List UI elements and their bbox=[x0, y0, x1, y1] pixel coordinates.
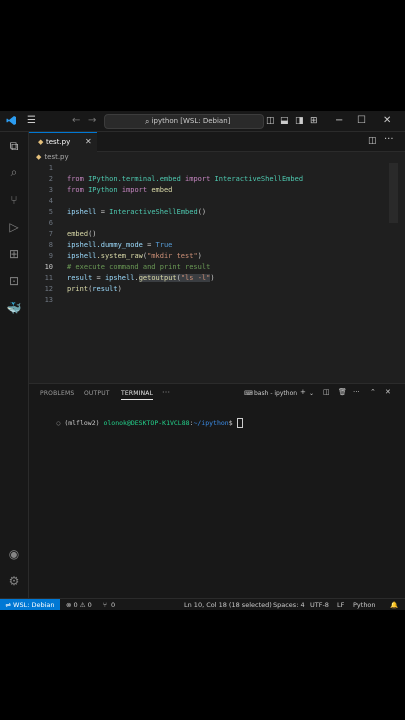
command-center[interactable]: ⌕ ipython [WSL: Debian] bbox=[104, 114, 264, 129]
terminal-prompt: $ bbox=[228, 419, 237, 427]
tab-problems[interactable]: PROBLEMS bbox=[40, 390, 74, 397]
notifications-icon[interactable]: 🔔 bbox=[390, 599, 398, 610]
maximize-icon[interactable]: ☐ bbox=[357, 114, 366, 128]
new-terminal-icon[interactable]: + bbox=[300, 388, 306, 396]
maximize-panel-icon[interactable]: ⌃ bbox=[370, 388, 376, 396]
line-number: 8 bbox=[48, 241, 53, 249]
terminal-path: ~/ipython bbox=[193, 419, 229, 427]
terminal-cursor bbox=[236, 418, 243, 428]
breadcrumb[interactable]: ◆ test.py bbox=[36, 153, 69, 161]
line-number: 13 bbox=[44, 296, 53, 304]
encoding[interactable]: UTF-8 bbox=[310, 599, 329, 610]
vscode-logo-icon bbox=[6, 116, 16, 125]
cursor-position[interactable]: Ln 10, Col 18 (18 selected) bbox=[184, 599, 272, 610]
editor-tabs: ◆ test.py ✕ ◫ ··· bbox=[29, 132, 405, 152]
docker-icon[interactable]: 🐳 bbox=[6, 300, 22, 316]
panel-more-actions-icon[interactable]: ··· bbox=[353, 388, 360, 396]
run-debug-icon[interactable]: ▷ bbox=[6, 219, 22, 235]
trash-icon[interactable]: 🗑 bbox=[338, 388, 347, 396]
vscode-window: ☰ ← → ⌕ ipython [WSL: Debian] ◫ ⬓ ◨ ⊞ − … bbox=[0, 111, 405, 610]
minimap[interactable] bbox=[389, 163, 398, 223]
language-mode[interactable]: Python bbox=[353, 599, 376, 610]
remote-label: WSL: Debian bbox=[13, 601, 55, 609]
toggle-secondary-sidebar-icon[interactable]: ◨ bbox=[295, 114, 304, 128]
line-number: 3 bbox=[48, 186, 53, 194]
line-number: 9 bbox=[48, 252, 53, 260]
terminal-env: (mlflow2) bbox=[64, 419, 104, 427]
more-actions-icon[interactable]: ··· bbox=[384, 133, 394, 147]
python-file-icon: ◆ bbox=[38, 138, 44, 146]
breadcrumb-file: test.py bbox=[44, 153, 69, 161]
terminal-icon: ⌨ bbox=[244, 390, 253, 397]
back-arrow-icon[interactable]: ← bbox=[72, 114, 80, 128]
ports-count[interactable]: 0 bbox=[111, 599, 115, 610]
bottom-panel: PROBLEMS OUTPUT TERMINAL ··· ⌨ bash - ip… bbox=[29, 383, 405, 599]
terminal-user: olonok@DESKTOP-K1VCL88 bbox=[103, 419, 190, 427]
line-number: 6 bbox=[48, 219, 53, 227]
tab-test-py[interactable]: ◆ test.py ✕ bbox=[29, 132, 97, 152]
close-panel-icon[interactable]: ✕ bbox=[385, 388, 391, 396]
extensions-icon[interactable]: ⊞ bbox=[6, 246, 22, 262]
tab-output[interactable]: OUTPUT bbox=[84, 390, 110, 397]
settings-gear-icon[interactable]: ⚙ bbox=[6, 573, 22, 589]
line-number: 7 bbox=[48, 230, 53, 238]
code-editor[interactable]: 1 from IPython.terminal.embed import Int… bbox=[29, 163, 405, 383]
problems-count[interactable]: ⊗ 0 ⚠ 0 bbox=[66, 599, 92, 610]
chevron-down-icon[interactable]: ⌄ bbox=[309, 390, 314, 397]
forward-arrow-icon[interactable]: → bbox=[88, 114, 96, 128]
search-icon: ⌕ bbox=[145, 117, 150, 126]
split-editor-icon[interactable]: ◫ bbox=[368, 134, 377, 148]
toggle-panel-icon[interactable]: ⬓ bbox=[280, 114, 289, 128]
remote-explorer-icon[interactable]: ⊡ bbox=[6, 273, 22, 289]
customize-layout-icon[interactable]: ⊞ bbox=[310, 114, 318, 128]
remote-icon: ⇌ bbox=[5, 601, 14, 609]
line-number: 11 bbox=[44, 274, 53, 282]
python-file-icon: ◆ bbox=[36, 153, 42, 161]
source-control-icon[interactable]: ⑂ bbox=[6, 192, 22, 208]
tab-terminal[interactable]: TERMINAL bbox=[121, 390, 154, 400]
line-number: 2 bbox=[48, 175, 53, 183]
end-of-line[interactable]: LF bbox=[337, 599, 344, 610]
ports-icon[interactable]: ⑂ bbox=[103, 599, 107, 610]
split-terminal-icon[interactable]: ◫ bbox=[323, 388, 330, 396]
activity-bar: ⧉ ⌕ ⑂ ▷ ⊞ ⊡ 🐳 ◉ ⚙ bbox=[0, 132, 29, 598]
terminal-name[interactable]: bash - ipython bbox=[254, 390, 297, 397]
panel-more-icon[interactable]: ··· bbox=[162, 388, 170, 397]
line-number: 12 bbox=[44, 285, 53, 293]
tab-label: test.py bbox=[46, 138, 71, 146]
toggle-sidebar-icon[interactable]: ◫ bbox=[266, 114, 275, 128]
line-number: 1 bbox=[48, 164, 53, 172]
minimize-icon[interactable]: − bbox=[335, 114, 343, 128]
command-center-label: ipython [WSL: Debian] bbox=[151, 117, 231, 125]
close-tab-icon[interactable]: ✕ bbox=[85, 133, 92, 151]
title-bar: ☰ ← → ⌕ ipython [WSL: Debian] ◫ ⬓ ◨ ⊞ − … bbox=[0, 111, 405, 132]
menu-icon[interactable]: ☰ bbox=[27, 114, 36, 128]
explorer-icon[interactable]: ⧉ bbox=[6, 138, 22, 154]
indentation[interactable]: Spaces: 4 bbox=[273, 599, 305, 610]
account-icon[interactable]: ◉ bbox=[6, 546, 22, 562]
remote-indicator[interactable]: ⇌ WSL: Debian bbox=[0, 599, 60, 610]
line-number: 4 bbox=[48, 197, 53, 205]
status-bar: ⇌ WSL: Debian ⊗ 0 ⚠ 0 ⑂ 0 Ln 10, Col 18 … bbox=[0, 598, 405, 610]
line-number: 5 bbox=[48, 208, 53, 216]
line-number-current: 10 bbox=[44, 263, 53, 271]
terminal-output[interactable]: ○ (mlflow2) olonok@DESKTOP-K1VCL88:~/ipy… bbox=[33, 410, 243, 436]
close-window-icon[interactable]: ✕ bbox=[383, 114, 391, 128]
search-icon[interactable]: ⌕ bbox=[6, 164, 22, 180]
